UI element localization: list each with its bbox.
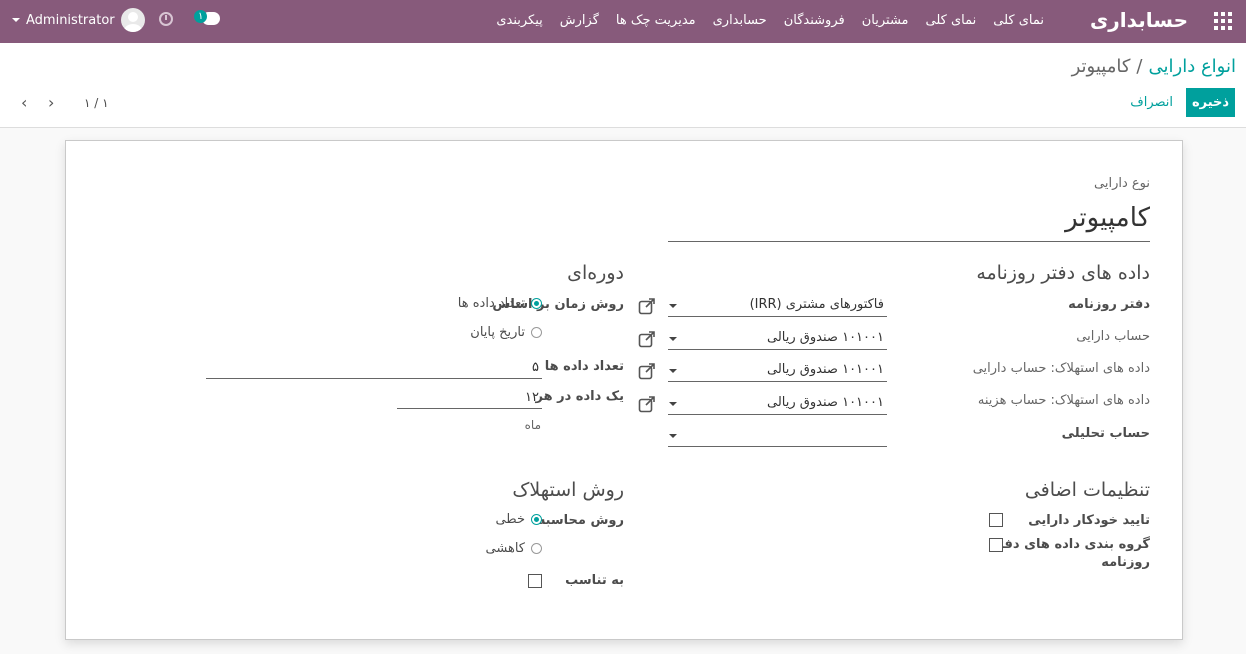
menu-item-customers[interactable]: مشتریان xyxy=(862,13,909,28)
auto-confirm-label: تایید خودکار دارایی xyxy=(1028,513,1150,528)
number-of-entries-label: تعداد داده ها xyxy=(544,359,624,374)
asset-type-label: نوع دارایی xyxy=(1094,176,1150,191)
computation-method-label: روش محاسبه xyxy=(537,513,624,528)
chevron-down-icon[interactable] xyxy=(669,369,677,373)
analytic-account-label: حساب تحلیلی xyxy=(1061,426,1150,441)
time-method-number-radio[interactable]: تعداد داده ها xyxy=(458,296,542,311)
group-entries-label-line2: روزنامه xyxy=(1101,555,1150,570)
depreciation-asset-account-label: داده های استهلاک: حساب دارایی xyxy=(972,361,1150,376)
radio-selected-icon xyxy=(531,514,542,525)
group-entries-label: گروه بندی داده های دفتر xyxy=(991,537,1150,552)
depreciation-asset-account-select[interactable]: ۱۰۱۰۰۱ صندوق ریالی xyxy=(668,360,887,382)
pager-previous-button[interactable]: ‹ xyxy=(21,95,33,111)
prorata-label: به تناسب xyxy=(565,573,624,588)
menu-item-accounting[interactable]: حسابداری xyxy=(713,13,767,28)
top-navbar: حسابداری نمای کلی نمای کلی مشتریان فروشن… xyxy=(0,0,1246,43)
analytic-account-select[interactable] xyxy=(668,425,887,447)
breadcrumb-separator: / xyxy=(1136,56,1143,77)
journal-section-title: داده های دفتر روزنامه xyxy=(976,262,1150,284)
one-entry-every-input[interactable]: ۱۲ xyxy=(397,387,542,409)
menu-item-configuration[interactable]: پیکربندی xyxy=(496,13,542,28)
menu-item-vendors[interactable]: فروشندگان xyxy=(784,13,845,28)
external-link-icon[interactable] xyxy=(638,330,656,348)
save-button[interactable]: ذخیره xyxy=(1186,88,1235,117)
group-entries-checkbox[interactable] xyxy=(989,538,1003,552)
auto-confirm-checkbox[interactable] xyxy=(989,513,1003,527)
number-of-entries-input[interactable]: ۵ xyxy=(206,357,542,379)
user-menu[interactable]: Administrator xyxy=(12,8,145,32)
time-method-number-label: تعداد داده ها xyxy=(457,296,525,311)
computation-degressive-label: کاهشی xyxy=(485,541,525,556)
depreciation-method-section-title: روش استهلاک xyxy=(512,479,624,501)
breadcrumb: انواع دارایی / کامپیوتر xyxy=(1072,56,1236,77)
radio-selected-icon xyxy=(531,298,542,309)
app-brand[interactable]: حسابداری xyxy=(1090,8,1188,32)
periodic-section-title: دوره‌ای xyxy=(567,262,624,284)
pager-value[interactable]: ۱ / ۱ xyxy=(84,96,109,110)
depreciation-expense-account-select[interactable]: ۱۰۱۰۰۱ صندوق ریالی xyxy=(668,393,887,415)
main-menu: نمای کلی نمای کلی مشتریان فروشندگان حساب… xyxy=(496,13,1044,28)
computation-degressive-radio[interactable]: کاهشی xyxy=(486,541,542,556)
chevron-down-icon[interactable] xyxy=(669,304,677,308)
journal-select[interactable]: فاکتورهای مشتری (IRR) xyxy=(668,295,887,317)
menu-item-overview-2[interactable]: نمای کلی xyxy=(926,13,977,28)
menu-item-overview-1[interactable]: نمای کلی xyxy=(993,13,1044,28)
one-entry-every-label: یک داده در هر xyxy=(535,389,625,404)
computation-linear-label: خطی xyxy=(495,512,525,527)
form-sheet: نوع دارایی کامپیوتر داده های دفتر روزنام… xyxy=(65,140,1183,640)
external-link-icon[interactable] xyxy=(638,395,656,413)
user-name: Administrator xyxy=(26,12,115,28)
radio-unselected-icon xyxy=(531,327,542,338)
time-method-end-date-label: تاریخ پایان xyxy=(470,325,525,340)
chevron-down-icon[interactable] xyxy=(669,402,677,406)
avatar xyxy=(120,8,145,32)
journal-value: فاکتورهای مشتری (IRR) xyxy=(749,297,884,312)
chevron-down-icon xyxy=(12,18,20,22)
depreciation-expense-account-value: ۱۰۱۰۰۱ صندوق ریالی xyxy=(767,395,884,410)
activity-clock-icon[interactable] xyxy=(159,12,173,26)
asset-type-name-input[interactable]: کامپیوتر xyxy=(668,203,1150,242)
apps-grid-icon[interactable] xyxy=(1214,12,1232,30)
asset-account-select[interactable]: ۱۰۱۰۰۱ صندوق ریالی xyxy=(668,328,887,350)
asset-account-label: حساب دارایی xyxy=(1076,329,1150,344)
depreciation-expense-account-label: داده های استهلاک: حساب هزینه xyxy=(977,393,1150,408)
journal-label: دفتر روزنامه xyxy=(1068,297,1150,312)
time-method-end-date-radio[interactable]: تاریخ پایان xyxy=(470,325,542,340)
menu-item-cheque-management[interactable]: مدیریت چک ها xyxy=(616,13,696,28)
depreciation-asset-account-value: ۱۰۱۰۰۱ صندوق ریالی xyxy=(767,362,884,377)
period-unit-label: ماه xyxy=(524,418,541,432)
chevron-down-icon[interactable] xyxy=(669,434,677,438)
external-link-icon[interactable] xyxy=(638,362,656,380)
breadcrumb-current: کامپیوتر xyxy=(1071,56,1131,77)
extra-settings-section-title: تنظیمات اضافی xyxy=(1024,479,1150,501)
asset-account-value: ۱۰۱۰۰۱ صندوق ریالی xyxy=(767,330,884,345)
chevron-down-icon[interactable] xyxy=(669,337,677,341)
pager-next-button[interactable]: › xyxy=(48,95,60,111)
breadcrumb-parent-link[interactable]: انواع دارایی xyxy=(1149,56,1237,77)
discard-button[interactable]: انصراف xyxy=(1130,95,1173,110)
radio-unselected-icon xyxy=(531,543,542,554)
menu-item-reporting[interactable]: گزارش xyxy=(560,13,599,28)
computation-linear-radio[interactable]: خطی xyxy=(495,512,542,527)
prorata-checkbox[interactable] xyxy=(528,574,542,588)
external-link-icon[interactable] xyxy=(638,297,656,315)
